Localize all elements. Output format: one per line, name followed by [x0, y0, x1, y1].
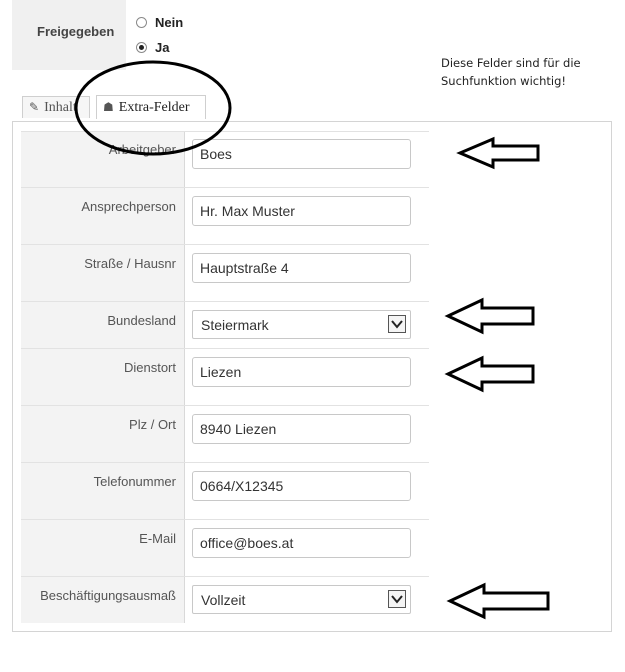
- row-divider: [21, 576, 429, 577]
- row-divider: [21, 519, 429, 520]
- radio-ja-button[interactable]: [136, 42, 147, 53]
- chevron-down-icon[interactable]: [388, 315, 406, 333]
- field-label-ansprechperson: Ansprechperson: [81, 199, 176, 214]
- row-divider: [21, 348, 429, 349]
- bundesland-select[interactable]: Steiermark: [192, 310, 411, 339]
- chevron-down-icon[interactable]: [388, 590, 406, 608]
- row-divider: [21, 462, 429, 463]
- edit-icon: ✎: [29, 100, 40, 114]
- field-label-plz-ort: Plz / Ort: [129, 417, 176, 432]
- tab-inhalt[interactable]: ✎ Inhalt: [22, 96, 90, 118]
- tab-extra-felder-label: Extra-Felder: [118, 99, 190, 115]
- radio-option-ja[interactable]: Ja: [136, 40, 169, 55]
- ansprechperson-input[interactable]: [192, 196, 411, 226]
- field-label-dienstort: Dienstort: [123, 360, 176, 375]
- tab-extra-felder[interactable]: ☗ Extra-Felder: [96, 95, 206, 119]
- beschaeftigungsausmass-selected-value: Vollzeit: [201, 592, 246, 608]
- strasse-input[interactable]: [192, 253, 411, 283]
- row-divider: [21, 405, 429, 406]
- row-divider: [21, 131, 429, 132]
- tab-inhalt-label: Inhalt: [44, 99, 77, 115]
- field-label-telefonnummer: Telefonummer: [93, 474, 176, 489]
- row-divider: [21, 187, 429, 188]
- bundesland-selected-value: Steiermark: [201, 317, 269, 333]
- radio-ja-label: Ja: [155, 40, 170, 55]
- field-label-email: E-Mail: [139, 531, 176, 546]
- field-label-strasse: Straße / Hausnr: [84, 256, 176, 271]
- dienstort-input[interactable]: [192, 357, 411, 387]
- row-divider: [21, 301, 429, 302]
- annotation-note: Diese Felder sind für die Suchfunktion w…: [441, 56, 581, 88]
- telefonnummer-input[interactable]: [192, 471, 411, 501]
- plz-ort-input[interactable]: [192, 414, 411, 444]
- published-label: Freigegeben: [37, 24, 115, 39]
- radio-option-nein[interactable]: Nein: [136, 15, 183, 30]
- puzzle-icon: ☗: [103, 100, 114, 114]
- row-divider: [21, 244, 429, 245]
- field-label-bundesland: Bundesland: [107, 313, 176, 328]
- email-input[interactable]: [192, 528, 411, 558]
- arbeitgeber-input[interactable]: [192, 139, 411, 169]
- radio-nein-label: Nein: [155, 15, 184, 30]
- field-label-arbeitgeber: Arbeitgeber: [108, 142, 176, 157]
- beschaeftigungsausmass-select[interactable]: Vollzeit: [192, 585, 411, 614]
- field-label-beschaeftigungsausmass: Beschäftigungsausmaß: [40, 588, 176, 603]
- radio-nein-button[interactable]: [136, 17, 147, 28]
